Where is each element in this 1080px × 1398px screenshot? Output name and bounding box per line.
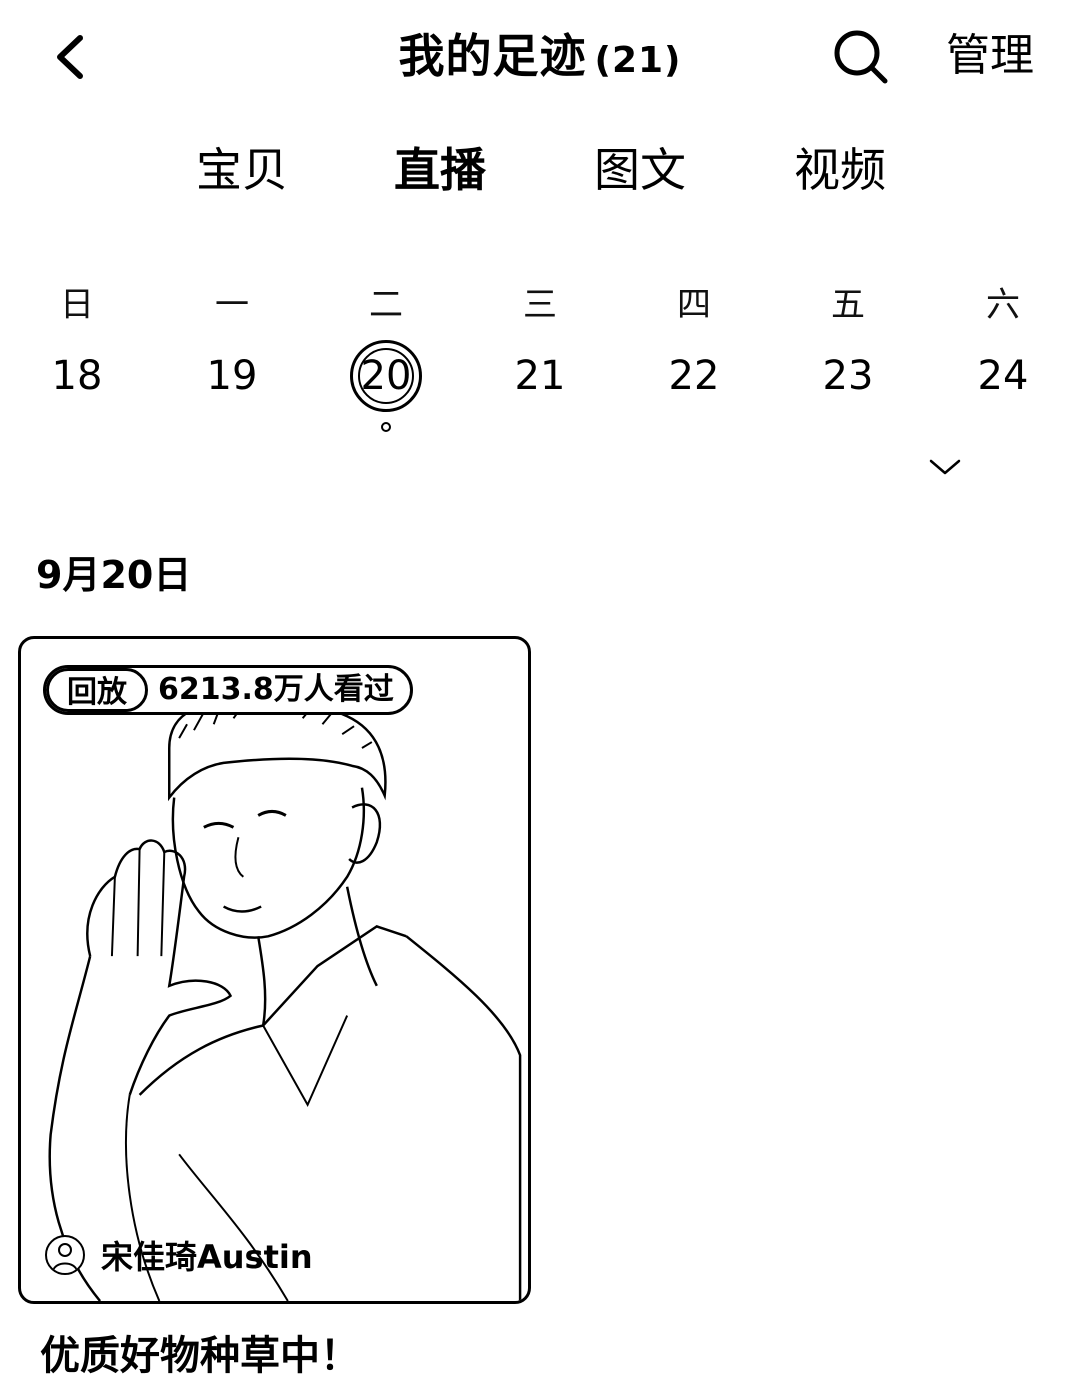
- streamer-thumbnail: [48, 699, 522, 1301]
- footprint-count: (21): [594, 40, 682, 81]
- replay-badge: 回放 6213.8万人看过: [43, 665, 413, 715]
- weekday-fri: 五: [831, 285, 865, 325]
- weekday-sun: 日: [60, 285, 94, 325]
- view-count: 6213.8万人看过: [158, 672, 394, 707]
- expand-calendar-button[interactable]: [920, 452, 970, 482]
- calendar-day-21[interactable]: 21: [490, 348, 590, 404]
- calendar-day-20[interactable]: 20: [336, 348, 436, 404]
- search-button[interactable]: [826, 22, 896, 92]
- chevron-down-icon: [929, 459, 961, 475]
- calendar-day-22[interactable]: 22: [644, 348, 744, 404]
- tab-image-text[interactable]: 图文: [570, 138, 710, 202]
- tab-video[interactable]: 视频: [770, 138, 910, 202]
- weekday-mon: 一: [215, 285, 249, 325]
- calendar-day-24[interactable]: 24: [953, 348, 1053, 404]
- has-record-dot: [381, 422, 391, 432]
- weekday-tue: 二: [369, 285, 403, 325]
- calendar-day-19[interactable]: 19: [182, 348, 282, 404]
- search-icon: [834, 30, 888, 84]
- avatar: [45, 1235, 85, 1275]
- weekday-wed: 三: [523, 285, 557, 325]
- manage-button[interactable]: 管理: [935, 24, 1045, 88]
- streamer-name: 宋佳琦Austin: [101, 1238, 313, 1276]
- weekday-sat: 六: [986, 285, 1020, 325]
- tab-baby[interactable]: 宝贝: [172, 138, 312, 202]
- calendar-day-18[interactable]: 18: [27, 348, 127, 404]
- streamer-info: 宋佳琦Austin: [45, 1231, 313, 1279]
- card-caption[interactable]: 优质好物种草中！: [40, 1326, 360, 1386]
- page-title: 我的足迹 (21): [0, 24, 1080, 88]
- date-heading: 9月20日: [36, 553, 192, 597]
- tab-live[interactable]: 直播: [370, 138, 510, 202]
- weekday-thu: 四: [677, 285, 711, 325]
- live-replay-card[interactable]: 回放 6213.8万人看过 宋佳琦Austin: [18, 636, 531, 1304]
- calendar-day-23[interactable]: 23: [798, 348, 898, 404]
- replay-tag: 回放: [46, 668, 148, 712]
- page-title-text: 我的足迹: [398, 29, 587, 83]
